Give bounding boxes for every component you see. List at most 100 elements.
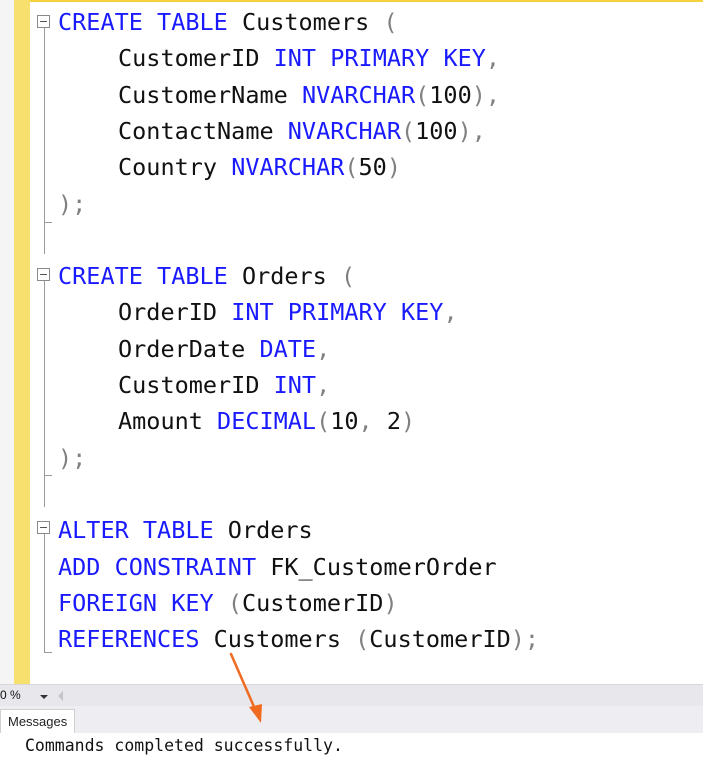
sql-keyword: KEY [401,298,444,327]
sql-keyword: NVARCHAR [231,153,345,182]
sql-identifier [129,516,143,544]
sql-punctuation: , [316,371,331,399]
sql-identifier: 10 [330,407,359,436]
code-line[interactable]: CustomerID INT, [58,367,330,403]
sql-keyword: PRIMARY [330,44,430,73]
sql-keyword: CONSTRAINT [114,552,257,581]
code-line[interactable]: Amount DECIMAL(10, 2) [58,403,415,439]
result-message: Commands completed successfully. [25,736,343,755]
sql-identifier [214,589,228,617]
sql-punctuation: ( [340,262,356,291]
code-line[interactable]: OrderDate DATE, [58,331,330,367]
sql-identifier: OrderDate [118,334,260,363]
sql-keyword: TABLE [157,262,228,291]
sql-identifier: 100 [429,80,472,109]
sql-identifier: CustomerID [369,625,511,654]
collapse-icon[interactable] [37,521,50,534]
sql-keyword: PRIMARY [287,298,387,327]
code-line[interactable]: CustomerName NVARCHAR(100), [58,77,500,113]
sql-keyword: REFERENCES [58,625,200,654]
sql-keyword: KEY [443,44,486,73]
sql-identifier: CustomerID [118,44,274,73]
editor-status-bar: 0 % [0,684,703,707]
code-line[interactable]: Country NVARCHAR(50) [58,149,401,185]
sql-identifier [387,298,401,326]
sql-identifier: 2 [386,407,401,436]
sql-punctuation: ( [355,625,370,654]
code-line[interactable]: ); [58,186,86,222]
sql-punctuation: ( [344,153,359,182]
sql-identifier [143,262,157,290]
sql-identifier [157,589,171,617]
sql-punctuation: ), [457,116,486,145]
sql-identifier: 100 [415,116,458,145]
code-line[interactable]: ContactName NVARCHAR(100), [58,113,486,149]
sql-identifier: CustomerName [118,80,302,109]
sql-identifier: Customers [227,8,384,36]
code-line[interactable]: ADD CONSTRAINT FK_CustomerOrder [58,549,497,585]
code-line[interactable]: FOREIGN KEY (CustomerID) [58,585,398,621]
sql-identifier: CustomerID [241,588,384,617]
code-line[interactable]: REFERENCES Customers (CustomerID); [58,621,539,657]
outline-end [44,222,52,223]
code-line[interactable]: CustomerID INT PRIMARY KEY, [58,40,500,76]
query-editor[interactable]: CREATE TABLE Customers (CustomerID INT P… [0,0,703,684]
zoom-value: 0 % [0,688,21,702]
zoom-dropdown[interactable]: 0 % [0,687,52,704]
code-line[interactable]: CREATE TABLE Orders ( [58,258,355,294]
sql-keyword: DECIMAL [217,407,317,436]
line-gutter [0,0,14,684]
sql-identifier: OrderID [118,298,232,327]
sql-punctuation: ) [386,153,401,182]
sql-keyword: ALTER [58,516,129,545]
outline-end [44,652,52,653]
sql-keyword: CREATE [58,262,143,291]
sql-identifier: CustomerID [118,371,274,399]
sql-identifier: Orders [227,262,341,291]
sql-punctuation: ( [227,588,242,617]
sql-punctuation: ) [383,588,398,617]
outline-guide [44,222,45,254]
sql-punctuation: ( [383,8,398,36]
sql-punctuation: ); [58,189,87,218]
collapse-icon[interactable] [37,268,50,281]
sql-identifier [143,8,157,36]
sql-identifier: 50 [358,153,387,182]
editor-top-border [0,0,703,2]
sql-punctuation: , [485,44,501,73]
change-tracking-bar [14,0,30,684]
tab-messages[interactable]: Messages [0,709,76,733]
sql-identifier: FK_CustomerOrder [256,552,497,581]
sql-keyword: INT [273,44,317,73]
sql-keyword: CREATE [58,8,143,36]
sql-identifier: Amount [118,407,218,436]
outline-guide [44,475,45,507]
sql-punctuation: ) [401,407,416,436]
code-line[interactable]: OrderID INT PRIMARY KEY, [58,294,458,330]
collapse-icon[interactable] [37,15,50,28]
sql-punctuation: ( [400,116,416,145]
sql-identifier [316,44,330,72]
sql-keyword: FOREIGN [58,588,158,617]
code-line[interactable]: ); [58,440,86,476]
sql-punctuation: ); [510,625,540,654]
outline-guide [44,281,45,475]
sql-punctuation: ( [415,80,430,109]
code-line[interactable]: CREATE TABLE Customers ( [58,4,398,40]
code-line[interactable]: ALTER TABLE Orders [58,512,313,548]
sql-keyword: NVARCHAR [301,80,416,109]
sql-keyword: INT [273,371,317,399]
sql-punctuation: , [316,334,331,363]
sql-identifier [100,553,114,581]
sql-identifier: Orders [213,516,313,545]
outline-end [44,475,52,476]
sql-punctuation: ); [58,443,87,472]
scroll-left-icon[interactable] [58,691,63,701]
chevron-down-icon [40,695,48,699]
results-tab-strip: Messages [0,706,703,734]
sql-keyword: INT [231,298,274,327]
sql-punctuation: , [443,298,458,327]
sql-keyword: TABLE [142,516,214,545]
sql-punctuation: ( [316,407,331,436]
sql-keyword: TABLE [157,8,228,36]
